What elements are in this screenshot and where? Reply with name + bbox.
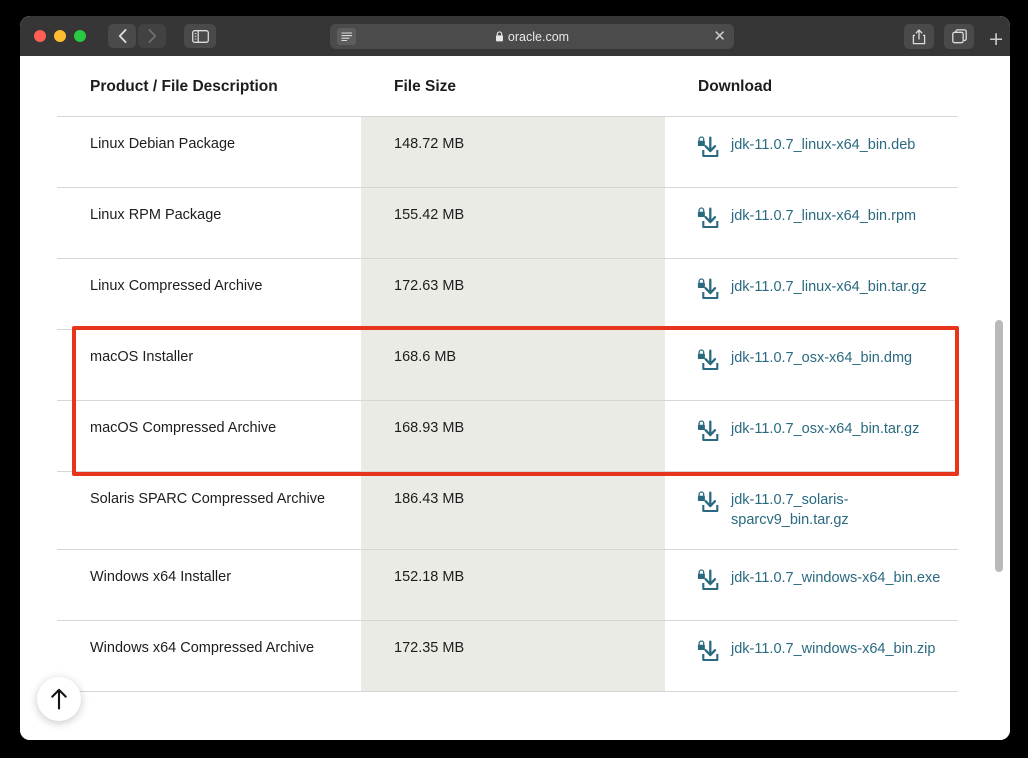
download-file-name: jdk-11.0.7_solaris-sparcv9_bin.tar.gz (731, 492, 849, 528)
cell-download: jdk-11.0.7_osx-x64_bin.dmg (665, 329, 958, 401)
maximize-window-button[interactable] (74, 30, 86, 42)
cell-file-size: 172.63 MB (361, 258, 665, 330)
cell-product-description: Solaris SPARC Compressed Archive (57, 471, 361, 551)
secure-download-icon (695, 277, 722, 305)
cell-product-description: Linux Debian Package (57, 116, 361, 188)
column-header-file-size: File Size (361, 56, 665, 117)
download-file-name: jdk-11.0.7_linux-x64_bin.tar.gz (731, 279, 927, 295)
download-link[interactable]: jdk-11.0.7_osx-x64_bin.dmg (695, 349, 958, 376)
cell-file-size: 168.93 MB (361, 400, 665, 472)
lock-icon (495, 31, 503, 42)
back-button[interactable] (108, 24, 136, 48)
arrow-up-icon (51, 688, 67, 710)
cell-download: jdk-11.0.7_linux-x64_bin.tar.gz (665, 258, 958, 330)
page-viewport: Product / File Description File Size Dow… (20, 56, 1010, 740)
table-row: Windows x64 Compressed Archive 172.35 MB j… (57, 620, 958, 693)
close-window-button[interactable] (34, 30, 46, 42)
cell-product-description: macOS Compressed Archive (57, 400, 361, 472)
new-tab-button[interactable]: + (988, 30, 1004, 49)
toolbar-right-tools (904, 24, 974, 49)
cell-file-size: 148.72 MB (361, 116, 665, 188)
cell-file-size: 186.43 MB (361, 471, 665, 551)
download-link[interactable]: jdk-11.0.7_osx-x64_bin.tar.gz (695, 420, 958, 447)
download-file-name: jdk-11.0.7_linux-x64_bin.rpm (731, 208, 917, 224)
secure-download-icon (695, 639, 722, 667)
download-link[interactable]: jdk-11.0.7_linux-x64_bin.tar.gz (695, 278, 958, 305)
column-header-download: Download (665, 56, 958, 117)
cell-product-description: Linux Compressed Archive (57, 258, 361, 330)
cell-download: jdk-11.0.7_osx-x64_bin.tar.gz (665, 400, 958, 472)
download-link[interactable]: jdk-11.0.7_linux-x64_bin.rpm (695, 207, 958, 234)
table-header-row: Product / File Description File Size Dow… (57, 56, 958, 117)
cell-download: jdk-11.0.7_solaris-sparcv9_bin.tar.gz (665, 471, 958, 551)
address-bar[interactable]: oracle.com ✕ (330, 24, 734, 49)
tab-overview-icon (951, 29, 967, 44)
secure-download-icon (695, 135, 722, 163)
download-file-name: jdk-11.0.7_windows-x64_bin.exe (731, 570, 941, 587)
secure-download-icon (695, 419, 722, 447)
sidebar-icon (191, 29, 209, 43)
secure-download-icon (695, 348, 722, 376)
download-file-name: jdk-11.0.7_linux-x64_bin.deb (731, 137, 916, 153)
stop-loading-button[interactable]: ✕ (713, 29, 726, 44)
cell-file-size: 168.6 MB (361, 329, 665, 401)
minimize-window-button[interactable] (54, 30, 66, 42)
cell-download: jdk-11.0.7_linux-x64_bin.deb (665, 116, 958, 188)
chevron-left-icon (118, 29, 126, 43)
page-scrollbar[interactable] (992, 56, 1006, 740)
table-row: Windows x64 Installer 152.18 MB jdk-11.0.7… (57, 549, 958, 622)
cell-product-description: Windows x64 Compressed Archive (57, 620, 361, 693)
back-to-top-button[interactable] (37, 677, 81, 721)
browser-window: oracle.com ✕ + Product / File Descriptio… (20, 16, 1010, 740)
forward-button[interactable] (138, 24, 166, 48)
browser-titlebar: oracle.com ✕ + (20, 16, 1010, 56)
table-body: Linux Debian Package 148.72 MB jdk-11.0.7_… (57, 116, 958, 693)
cell-file-size: 155.42 MB (361, 187, 665, 259)
url-host-text: oracle.com (507, 29, 570, 44)
navigation-buttons (108, 24, 166, 48)
sidebar-toggle-button[interactable] (184, 24, 216, 48)
table-row: Linux Compressed Archive 172.63 MB jdk-11.… (57, 258, 958, 330)
cell-product-description: Windows x64 Installer (57, 549, 361, 622)
chevron-right-icon (148, 29, 156, 43)
table-row: Linux Debian Package 148.72 MB jdk-11.0.7_… (57, 116, 958, 188)
share-icon (912, 28, 926, 44)
table-row: macOS Installer 168.6 MB jdk-11.0.7_osx-x6… (57, 329, 958, 401)
secure-download-icon (695, 568, 722, 596)
table-row: Solaris SPARC Compressed Archive 186.43 M… (57, 471, 958, 551)
cell-product-description: macOS Installer (57, 329, 361, 401)
download-link[interactable]: jdk-11.0.7_windows-x64_bin.zip (695, 640, 958, 667)
secure-download-icon (695, 490, 722, 518)
cell-download: jdk-11.0.7_windows-x64_bin.exe (665, 549, 958, 622)
column-header-product: Product / File Description (57, 56, 361, 117)
cell-download: jdk-11.0.7_windows-x64_bin.zip (665, 620, 958, 693)
cell-product-description: Linux RPM Package (57, 187, 361, 259)
download-file-name: jdk-11.0.7_osx-x64_bin.dmg (731, 350, 913, 366)
cell-file-size: 152.18 MB (361, 549, 665, 622)
tab-overview-button[interactable] (944, 24, 974, 49)
cell-download: jdk-11.0.7_linux-x64_bin.rpm (665, 187, 958, 259)
table-row: macOS Compressed Archive 168.93 MB jdk-11.… (57, 400, 958, 472)
window-controls (34, 30, 86, 42)
page-scrollbar-thumb[interactable] (995, 320, 1003, 572)
download-file-name: jdk-11.0.7_osx-x64_bin.tar.gz (731, 421, 920, 437)
share-button[interactable] (904, 24, 934, 49)
download-file-name: jdk-11.0.7_windows-x64_bin.zip (731, 641, 936, 658)
download-link[interactable]: jdk-11.0.7_windows-x64_bin.exe (695, 569, 958, 596)
address-bar-text-group: oracle.com (330, 30, 734, 44)
table-row: Linux RPM Package 155.42 MB jdk-11.0.7_lin… (57, 187, 958, 259)
cell-file-size: 172.35 MB (361, 620, 665, 693)
jdk-download-table: Product / File Description File Size Dow… (57, 56, 958, 693)
download-link[interactable]: jdk-11.0.7_linux-x64_bin.deb (695, 136, 958, 163)
secure-download-icon (695, 206, 722, 234)
download-link[interactable]: jdk-11.0.7_solaris-sparcv9_bin.tar.gz (695, 491, 958, 530)
